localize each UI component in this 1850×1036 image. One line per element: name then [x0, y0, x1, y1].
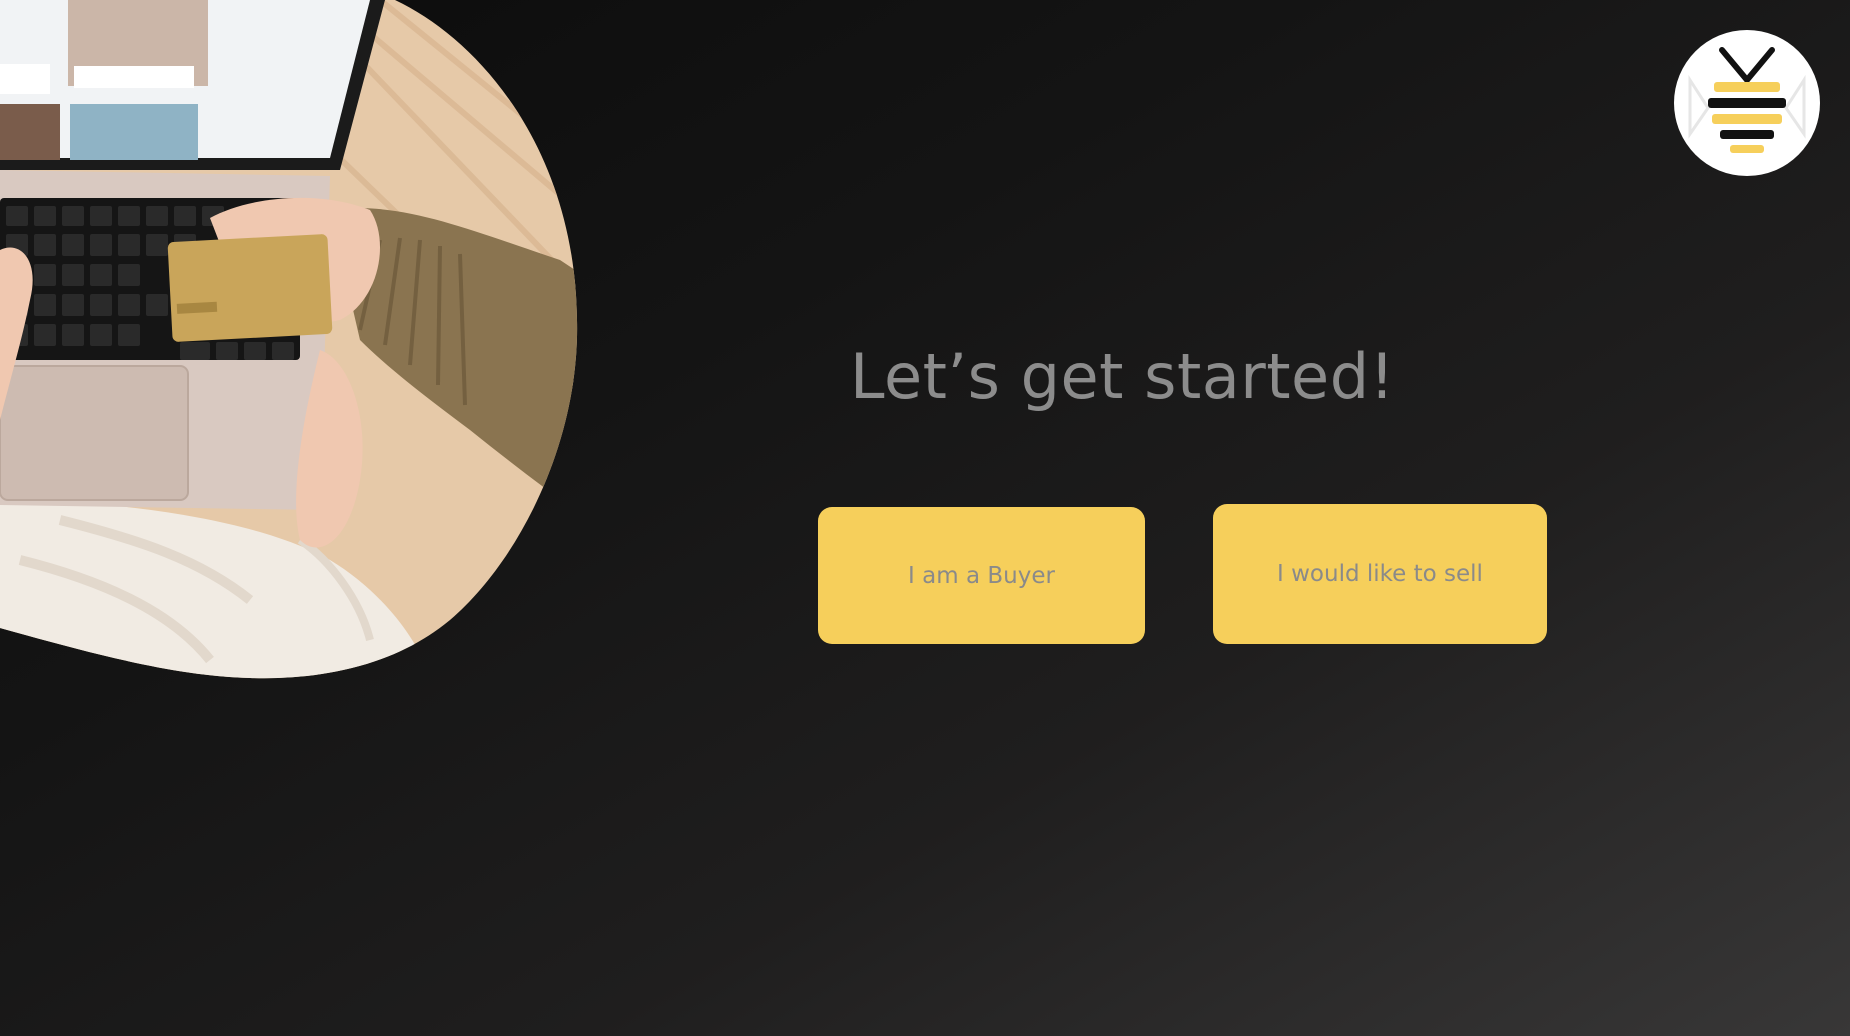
- buyer-button-label: I am a Buyer: [908, 562, 1055, 589]
- bee-logo-icon: [1688, 47, 1806, 153]
- buyer-button[interactable]: I am a Buyer: [818, 507, 1145, 644]
- brand-logo[interactable]: [1674, 30, 1820, 176]
- seller-button[interactable]: I would like to sell: [1213, 504, 1547, 644]
- seller-button-label: I would like to sell: [1277, 561, 1483, 587]
- hero-shopping-photo: [0, 0, 578, 679]
- page-title: Let’s get started!: [850, 340, 1395, 413]
